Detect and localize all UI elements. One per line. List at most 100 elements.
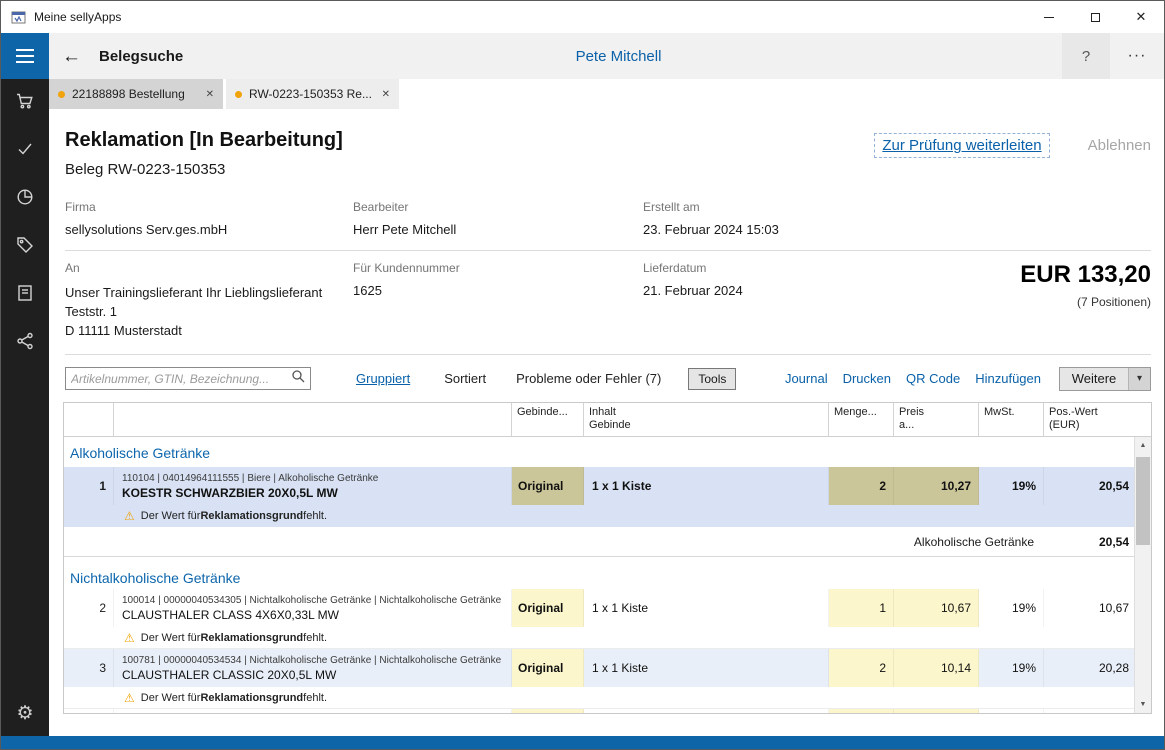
close-button[interactable]: ✕ xyxy=(1118,1,1164,33)
doc-fields-row2: An Unser Trainingslieferant Ihr Liebling… xyxy=(65,251,1151,355)
chevron-down-icon: ▾ xyxy=(1128,368,1150,390)
scroll-up-icon[interactable]: ▲ xyxy=(1135,437,1151,454)
row-warning: ⚠ Der Wert für Reklamationsgrund fehlt. xyxy=(64,627,1136,649)
tab-close-icon[interactable]: ✕ xyxy=(206,89,214,100)
erstellt-value: 23. Februar 2024 15:03 xyxy=(643,222,893,237)
pie-chart-icon xyxy=(15,187,35,212)
menge-cell[interactable] xyxy=(829,709,894,714)
preis-cell[interactable]: 10,14 xyxy=(894,649,979,687)
table-row[interactable]: 1 110104 | 04014964111555 | Biere | Alko… xyxy=(64,467,1136,505)
row-warning: ⚠ Der Wert für Reklamationsgrund fehlt. xyxy=(64,687,1136,709)
col-gebinde[interactable]: Gebinde... xyxy=(512,403,584,436)
menge-cell[interactable]: 2 xyxy=(829,467,894,505)
qr-code-link[interactable]: QR Code xyxy=(906,371,960,386)
window-title: Meine sellyApps xyxy=(34,10,121,24)
kundennummer-value: 1625 xyxy=(353,283,643,298)
hamburger-menu-button[interactable] xyxy=(1,33,49,79)
weitere-dropdown[interactable]: Weitere ▾ xyxy=(1059,367,1151,391)
gebinde-cell[interactable]: Original xyxy=(512,589,584,627)
group-subtotal: Alkoholische Getränke 20,54 xyxy=(64,527,1136,557)
settings-gear-icon[interactable]: ⚙ xyxy=(1,696,49,730)
tab-reklamation[interactable]: RW-0223-150353 Re... ✕ xyxy=(226,79,399,109)
hinzufuegen-link[interactable]: Hinzufügen xyxy=(975,371,1041,386)
app-window: Meine sellyApps ✕ ← Belegsuche Pete Mitc… xyxy=(0,0,1165,750)
back-button[interactable]: ← xyxy=(62,47,81,66)
more-options-button[interactable]: ··· xyxy=(1110,33,1164,79)
reject-button[interactable]: Ablehnen xyxy=(1088,137,1151,154)
tab-close-icon[interactable]: ✕ xyxy=(382,89,390,100)
table-body: Alkoholische Getränke 1 110104 | 0401496… xyxy=(64,437,1136,714)
tag-icon xyxy=(15,235,35,260)
sidebar-item-statistics[interactable] xyxy=(1,175,49,223)
table-header: Gebinde... InhaltGebinde Menge... Preisa… xyxy=(64,403,1151,437)
doc-title-block: Reklamation [In Bearbeitung] Beleg RW-02… xyxy=(65,129,343,178)
row-warning: ⚠ Der Wert für Reklamationsgrund fehlt. xyxy=(64,505,1136,527)
sidebar-item-tasks[interactable] xyxy=(1,127,49,175)
drucken-link[interactable]: Drucken xyxy=(843,371,891,386)
item-toolbar: Gruppiert Sortiert Probleme oder Fehler … xyxy=(65,366,1151,391)
an-label: An xyxy=(65,261,353,275)
search-input[interactable] xyxy=(71,372,291,386)
tab-bestellung[interactable]: 22188898 Bestellung ✕ xyxy=(49,79,223,109)
gebinde-cell[interactable] xyxy=(512,709,584,714)
journal-link[interactable]: Journal xyxy=(785,371,828,386)
bearbeiter-value: Herr Pete Mitchell xyxy=(353,222,643,237)
menge-cell[interactable]: 1 xyxy=(829,589,894,627)
lieferdatum-value: 21. Februar 2024 xyxy=(643,283,893,298)
wert-cell: 20,28 xyxy=(1044,649,1136,687)
gruppiert-toggle[interactable]: Gruppiert xyxy=(356,371,410,386)
check-icon xyxy=(15,139,35,164)
status-dot-icon xyxy=(58,91,65,98)
inhalt-cell: 1 x 1 Kiste xyxy=(584,589,829,627)
firma-label: Firma xyxy=(65,200,353,214)
probleme-filter[interactable]: Probleme oder Fehler (7) xyxy=(516,371,661,386)
preis-cell[interactable] xyxy=(894,709,979,714)
current-user[interactable]: Pete Mitchell xyxy=(576,48,662,65)
inhalt-cell: 1 x 1 Kiste xyxy=(584,649,829,687)
forward-for-review-button[interactable]: Zur Prüfung weiterleiten xyxy=(874,133,1049,158)
table-row[interactable]: 2 100014 | 00000040534305 | Nichtalkohol… xyxy=(64,589,1136,627)
titlebar: Meine sellyApps ✕ xyxy=(1,1,1164,33)
total-amount: EUR 133,20 xyxy=(1020,261,1151,289)
article-meta: 100014 | 00000040534305 | Nichtalkoholis… xyxy=(122,595,511,606)
sidebar-item-orders[interactable] xyxy=(1,79,49,127)
table-scrollbar[interactable]: ▲ ▼ xyxy=(1134,437,1151,713)
gebinde-cell[interactable]: Original xyxy=(512,649,584,687)
mwst-cell: 19% xyxy=(979,649,1044,687)
scrollbar-thumb[interactable] xyxy=(1136,457,1150,545)
warning-icon: ⚠ xyxy=(124,509,135,523)
warning-icon: ⚠ xyxy=(124,631,135,645)
col-inhalt-gebinde[interactable]: InhaltGebinde xyxy=(584,403,829,436)
preis-cell[interactable]: 10,27 xyxy=(894,467,979,505)
sidebar-item-prices[interactable] xyxy=(1,223,49,271)
bearbeiter-label: Bearbeiter xyxy=(353,200,643,214)
wert-cell: 20,54 xyxy=(1044,467,1136,505)
article-meta: 100781 | 00000040534534 | Nichtalkoholis… xyxy=(122,655,511,666)
status-dot-icon xyxy=(235,91,242,98)
table-row[interactable]: 4 101049 | 04100500100114 | Wasser | Nic… xyxy=(64,709,1136,714)
sidebar-item-share[interactable] xyxy=(1,319,49,367)
gebinde-cell[interactable]: Original xyxy=(512,467,584,505)
article-search[interactable] xyxy=(65,367,311,390)
firma-value: sellysolutions Serv.ges.mbH xyxy=(65,222,353,237)
article-name: CLAUSTHALER CLASS 4X6X0,33L MW xyxy=(122,608,511,622)
col-menge[interactable]: Menge... xyxy=(829,403,894,436)
doc-fields-row1: Firma sellysolutions Serv.ges.mbH Bearbe… xyxy=(65,200,1151,251)
inhalt-cell xyxy=(584,709,829,714)
col-mwst[interactable]: MwSt. xyxy=(979,403,1044,436)
preis-cell[interactable]: 10,67 xyxy=(894,589,979,627)
col-pos-wert[interactable]: Pos.-Wert(EUR) xyxy=(1044,403,1136,436)
minimize-button[interactable] xyxy=(1026,1,1072,33)
lieferdatum-label: Lieferdatum xyxy=(643,261,893,275)
sidebar-item-journal[interactable] xyxy=(1,271,49,319)
menge-cell[interactable]: 2 xyxy=(829,649,894,687)
scroll-down-icon[interactable]: ▼ xyxy=(1135,696,1151,713)
col-preis[interactable]: Preisa... xyxy=(894,403,979,436)
sortiert-toggle[interactable]: Sortiert xyxy=(444,371,486,386)
maximize-button[interactable] xyxy=(1072,1,1118,33)
mwst-cell: 19% xyxy=(979,589,1044,627)
help-button[interactable]: ? xyxy=(1062,33,1110,79)
kundennummer-label: Für Kundennummer xyxy=(353,261,643,275)
table-row[interactable]: 3 100781 | 00000040534534 | Nichtalkohol… xyxy=(64,649,1136,687)
tools-button[interactable]: Tools xyxy=(688,368,736,390)
